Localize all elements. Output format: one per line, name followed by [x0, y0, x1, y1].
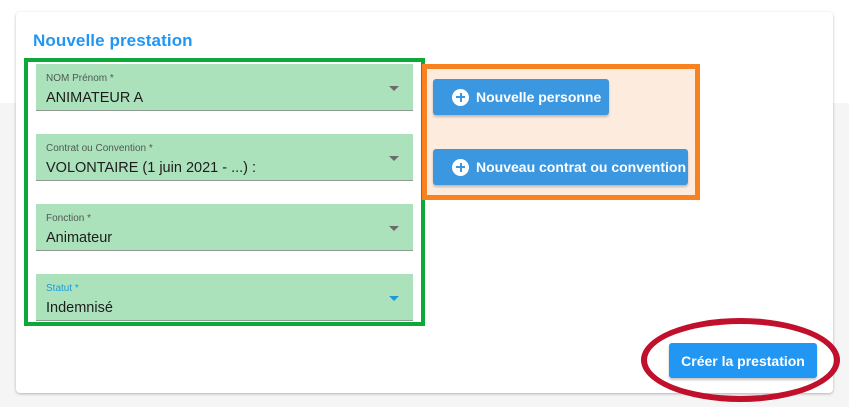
plus-circle-icon — [452, 158, 469, 176]
function-select-label: Fonction * — [46, 213, 92, 224]
status-select[interactable]: Statut * Indemnisé — [36, 274, 413, 321]
chevron-down-icon[interactable] — [389, 226, 399, 231]
function-select[interactable]: Fonction * Animateur — [36, 204, 413, 251]
chevron-down-icon[interactable] — [389, 296, 399, 301]
card-title: Nouvelle prestation — [33, 31, 193, 50]
contract-select-label: Contrat ou Convention * — [46, 143, 153, 154]
name-select-value: ANIMATEUR A — [46, 90, 144, 106]
new-contract-button[interactable]: Nouveau contrat ou convention — [433, 149, 688, 185]
new-person-button-label: Nouvelle personne — [476, 89, 602, 105]
chevron-down-icon[interactable] — [389, 86, 399, 91]
create-prestation-button-label: Créer la prestation — [681, 352, 805, 369]
status-select-label: Statut * — [46, 283, 79, 294]
contract-select[interactable]: Contrat ou Convention * VOLONTAIRE (1 ju… — [36, 134, 413, 181]
name-select-label: NOM Prénom * — [46, 73, 114, 84]
form-fields-highlight: NOM Prénom * ANIMATEUR A Contrat ou Conv… — [24, 58, 425, 326]
status-select-value: Indemnisé — [46, 300, 113, 316]
function-select-value: Animateur — [46, 230, 113, 246]
name-select[interactable]: NOM Prénom * ANIMATEUR A — [36, 64, 413, 111]
chevron-down-icon[interactable] — [389, 156, 399, 161]
new-contract-button-label: Nouveau contrat ou convention — [476, 159, 687, 175]
create-prestation-button[interactable]: Créer la prestation — [669, 343, 817, 378]
new-person-button[interactable]: Nouvelle personne — [433, 79, 609, 115]
contract-select-value: VOLONTAIRE (1 juin 2021 - ...) : — [46, 160, 257, 176]
plus-circle-icon — [452, 88, 469, 106]
